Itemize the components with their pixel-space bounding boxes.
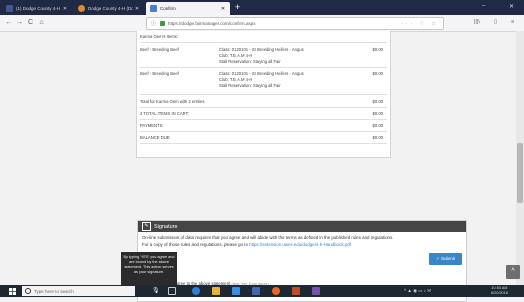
clock-date: 6/20/2018 — [491, 291, 508, 295]
search-icon — [25, 288, 31, 294]
firefox-icon[interactable] — [272, 287, 280, 295]
menu-icon[interactable]: ≡ — [511, 19, 514, 25]
summary-row: 2 TOTAL ITEMS IN CART: $0.00 — [140, 111, 387, 116]
entry-amount: $0.00 — [372, 71, 383, 76]
navigation-bar: ← → C ⌂ ⓘ https://dodge.fairmanager.com/… — [0, 15, 524, 32]
page-icon — [150, 5, 157, 12]
summary-amount: $0.00 — [372, 123, 383, 128]
edge-icon[interactable] — [192, 287, 200, 295]
microphone-icon[interactable]: 🎙 — [152, 287, 160, 295]
agree-tooltip: By typing 'YES' you agree and are bound … — [121, 252, 177, 286]
summary-amount: $0.00 — [372, 135, 383, 140]
entry-stall: Stall Reservation: Staying all Fair — [219, 59, 281, 64]
divider — [140, 119, 387, 120]
scroll-to-top-button[interactable]: ^ — [506, 265, 520, 279]
new-tab-button[interactable]: + — [232, 2, 243, 13]
total-row: Total for Karma Oem with 2 entries $0.00 — [140, 99, 387, 104]
rules-text: For a copy of those rules and regulation… — [142, 241, 248, 247]
address-bar[interactable]: ⓘ https://dodge.fairmanager.com/confirm.… — [146, 17, 444, 30]
scrollbar-thumb[interactable] — [517, 143, 523, 203]
forward-icon[interactable]: → — [15, 18, 24, 27]
task-view-icon[interactable] — [168, 287, 176, 295]
summary-row: PAYMENTS: $0.00 — [140, 123, 387, 128]
tab-confirm[interactable]: Confirm ✕ — [146, 2, 230, 15]
cart-panel: Karma Oem's Items: Beef - Breeding Beef … — [136, 31, 391, 158]
divider — [140, 94, 387, 95]
info-icon[interactable]: ⓘ — [151, 20, 156, 27]
taskbar-clock[interactable]: 10:53 AM 6/20/2018 — [491, 286, 508, 296]
taskbar-search[interactable]: Type here to search — [22, 286, 135, 296]
total-label: Total for Karma Oem with 2 entries — [140, 99, 205, 104]
shield-icon — [78, 5, 85, 12]
divider — [140, 107, 387, 108]
entry-department: Beef - Breeding Beef — [140, 71, 179, 76]
tab-label: Confirm — [160, 6, 176, 11]
divider — [140, 131, 387, 132]
facebook-icon — [6, 5, 13, 12]
file-explorer-icon[interactable] — [212, 287, 220, 295]
tab-label: (1) Dodge County 4-H (Wiscon — [16, 6, 61, 11]
entry-amount: $0.00 — [372, 47, 383, 52]
terms-text: On-line submission of data requires that… — [142, 235, 394, 240]
app-icon[interactable] — [312, 287, 320, 295]
search-placeholder: Type here to search — [34, 288, 74, 294]
close-tab-icon[interactable]: ✕ — [61, 6, 69, 12]
entry-club: Club: T.E.A.M 4-H — [219, 77, 253, 82]
divider — [140, 42, 387, 43]
tab-facebook[interactable]: (1) Dodge County 4-H (Wiscon ✕ — [2, 2, 72, 15]
entry-stall: Stall Reservation: Staying all Fair — [219, 83, 281, 88]
page-actions-icon[interactable]: ··· ♡ ☆ — [401, 21, 439, 27]
entry-class: Class: 0120101 - Sr Breeding Heifers - A… — [219, 47, 304, 52]
tab-label: Dodge County 4-H (Dod - Sm — [88, 6, 133, 11]
signature-title: Signature — [154, 223, 178, 230]
reload-icon[interactable]: C — [26, 18, 35, 27]
mail-icon[interactable] — [252, 287, 260, 295]
url-text[interactable]: https://dodge.fairmanager.com/confirm.as… — [168, 21, 401, 26]
summary-amount: $0.00 — [372, 111, 383, 116]
close-tab-icon[interactable]: ✕ — [133, 6, 141, 12]
page-scrollbar[interactable] — [516, 31, 524, 286]
tab-dodge-county[interactable]: Dodge County 4-H (Dod - Sm ✕ — [74, 2, 144, 15]
close-window-button[interactable]: ✕ — [509, 3, 514, 10]
browser-tab-bar: (1) Dodge County 4-H (Wiscon ✕ Dodge Cou… — [0, 0, 524, 15]
summary-label: BALANCE DUE: — [140, 135, 171, 140]
store-icon[interactable] — [232, 287, 240, 295]
edit-icon: ✎ — [142, 222, 151, 231]
divider — [140, 143, 387, 144]
entry-class: Class: 0120101 - Sr Breeding Heifers - A… — [219, 71, 304, 76]
total-amount: $0.00 — [372, 99, 383, 104]
summary-label: PAYMENTS: — [140, 123, 164, 128]
taskbar: Type here to search 🎙 ^ ▲ ◉ ▭ ♪ ✉ 10:53 … — [0, 285, 524, 297]
windows-start-icon[interactable] — [9, 288, 16, 295]
lock-icon — [160, 21, 166, 26]
minimize-button[interactable]: – — [482, 3, 485, 9]
exhibitor-header: Karma Oem's Items: — [140, 34, 179, 39]
powerpoint-icon[interactable] — [292, 287, 300, 295]
entry-department: Beef - Breeding Beef — [140, 47, 179, 52]
entry-club: Club: T.E.A.M 4-H — [219, 53, 253, 58]
library-icon[interactable]: |||\ — [474, 19, 480, 25]
divider — [140, 67, 387, 68]
sidebar-icon[interactable]: ▯ — [494, 19, 497, 25]
summary-row: BALANCE DUE: $0.00 — [140, 135, 387, 140]
close-tab-icon[interactable]: ✕ — [219, 6, 227, 12]
home-icon[interactable]: ⌂ — [37, 18, 46, 27]
rules-link[interactable]: https://extension.uwex.edu/dodge/4-h-Han… — [249, 242, 351, 247]
signature-header: ✎ Signature — [138, 221, 466, 232]
system-tray-icons[interactable]: ^ ▲ ◉ ▭ ♪ ✉ — [404, 288, 431, 294]
signature-terms: On-line submission of data requires that… — [142, 235, 462, 248]
summary-label: 2 TOTAL ITEMS IN CART: — [140, 111, 189, 116]
back-icon[interactable]: ← — [4, 18, 13, 27]
submit-button[interactable]: ✓ Submit — [429, 253, 462, 265]
